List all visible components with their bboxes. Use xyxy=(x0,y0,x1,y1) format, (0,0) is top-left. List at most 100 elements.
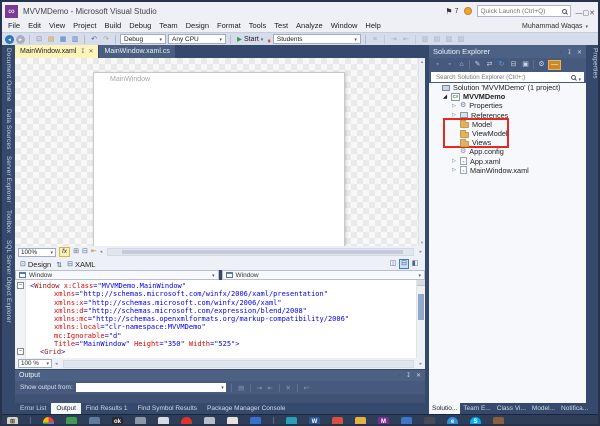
designer-zoom-dropdown[interactable]: 100% xyxy=(18,248,56,257)
show-grid-icon[interactable]: ⊞ xyxy=(73,247,79,257)
editor-zoom-dropdown[interactable]: 100 % xyxy=(18,359,52,368)
taskbar-chrome-icon[interactable] xyxy=(43,417,54,426)
uncomment-icon[interactable]: ⇤ xyxy=(401,34,411,45)
taskbar-mail-icon[interactable] xyxy=(250,417,261,426)
menu-help[interactable]: Help xyxy=(361,20,384,32)
taskbar-app-gray-icon[interactable] xyxy=(135,417,146,426)
fold-collapse-icon[interactable] xyxy=(17,348,24,355)
show-all-files-icon[interactable]: — xyxy=(548,60,561,70)
tree-item-app-xaml[interactable]: ▷«App.xaml xyxy=(429,157,586,166)
taskbar-app-blue-icon[interactable] xyxy=(89,417,100,426)
taskbar-start-menu-icon[interactable]: ⊞ xyxy=(7,417,18,426)
output-panel-header[interactable]: Output xyxy=(15,370,425,381)
tree-item-app-config[interactable]: ⚙App.config xyxy=(429,147,586,156)
tool-tab-toolbox[interactable]: Toolbox xyxy=(5,210,12,233)
taskbar-gmail-icon[interactable]: M xyxy=(378,417,389,426)
tool-tab-document-outline[interactable]: Document Outline xyxy=(5,48,12,102)
platform-dropdown[interactable]: Any CPU xyxy=(168,34,226,44)
quick-launch-input[interactable] xyxy=(481,8,560,15)
vertical-split-icon[interactable]: ◫ xyxy=(388,259,398,269)
output-source-dropdown[interactable] xyxy=(76,383,226,392)
code-line[interactable]: <Grid> xyxy=(28,348,415,356)
redo-icon[interactable]: ↷ xyxy=(101,34,111,45)
expander-closed-icon[interactable]: ▷ xyxy=(451,158,457,164)
document-tab-mainwindow-xaml-cs[interactable]: MainWindow.xaml.cs xyxy=(99,45,174,58)
splitter-grip[interactable] xyxy=(417,280,425,286)
tree-item-references[interactable]: ▷References xyxy=(429,111,586,120)
navigate-forward-icon[interactable]: ► xyxy=(16,35,25,44)
preview-selected-icon[interactable]: ▣ xyxy=(520,59,531,70)
tree-item-model[interactable]: Model xyxy=(429,120,586,129)
taskbar-paint-icon[interactable] xyxy=(355,417,366,426)
menu-window[interactable]: Window xyxy=(327,20,362,32)
output-text-area[interactable] xyxy=(15,394,425,403)
xaml-code-editor[interactable]: <Window x:Class="MVVMDemo.MainWindow"xml… xyxy=(15,280,425,358)
scrollbar-thumb[interactable] xyxy=(418,294,424,320)
pending-changes-filter-icon[interactable]: ✎ xyxy=(472,59,483,70)
properties-icon[interactable]: ⚙ xyxy=(536,59,547,70)
panel-tab-model[interactable]: Model... xyxy=(529,403,558,414)
tree-item-mvvmdemo[interactable]: ◢C#MVVMDemo xyxy=(429,92,586,101)
scroll-left-icon[interactable]: ◂ xyxy=(100,249,103,255)
menu-team[interactable]: Team xyxy=(155,20,181,32)
designer-horizontal-scrollbar[interactable] xyxy=(107,248,414,256)
taskbar-chart-app-icon[interactable] xyxy=(227,417,238,426)
menu-edit[interactable]: Edit xyxy=(24,20,45,32)
taskbar-word-icon[interactable]: W xyxy=(309,417,320,426)
horizontal-split-icon[interactable]: ⊟ xyxy=(399,259,409,269)
tool-tab-server-explorer[interactable]: Server Explorer xyxy=(5,156,12,203)
panel-tab-solutio[interactable]: Solutio... xyxy=(429,403,460,414)
tab-xaml[interactable]: ⊟ XAML xyxy=(67,260,95,269)
scroll-left-icon[interactable]: ◂ xyxy=(55,361,58,367)
close-button[interactable]: ✕ xyxy=(589,10,595,17)
collapse-pane-icon[interactable]: ◧ xyxy=(410,259,420,269)
code-line[interactable]: Title="MainWindow" Height="350" Width="5… xyxy=(28,340,415,348)
find-message-icon[interactable]: ▤ xyxy=(237,384,246,392)
menu-build[interactable]: Build xyxy=(101,20,126,32)
bookmark-prev-icon[interactable]: ▧ xyxy=(444,34,454,45)
taskbar-photos-icon[interactable] xyxy=(332,417,343,426)
taskbar-database-icon[interactable] xyxy=(424,417,435,426)
scroll-right-icon[interactable]: ▸ xyxy=(419,249,422,255)
code-line[interactable]: xmlns:d="http://schemas.microsoft.com/ex… xyxy=(28,307,415,315)
code-lines[interactable]: <Window x:Class="MVVMDemo.MainWindow"xml… xyxy=(28,282,415,357)
window-menu-icon[interactable] xyxy=(559,47,562,56)
taskbar-media-player-icon[interactable] xyxy=(204,417,215,426)
breadcrumb-left-dropdown[interactable]: Window xyxy=(15,270,219,280)
undo-icon[interactable]: ↶ xyxy=(89,34,99,45)
menu-design[interactable]: Design xyxy=(182,20,213,32)
tree-item-viewmodel[interactable]: ViewModel xyxy=(429,129,586,138)
code-line[interactable]: mc:Ignorable="d" xyxy=(28,332,415,340)
bookmark-icon[interactable]: ▥ xyxy=(420,34,430,45)
expander-closed-icon[interactable]: ▷ xyxy=(451,103,457,109)
design-artboard[interactable]: MainWindow xyxy=(93,72,345,246)
menu-file[interactable]: File xyxy=(4,20,24,32)
add-item-icon[interactable]: ▤ xyxy=(46,34,56,45)
menu-test[interactable]: Test xyxy=(270,20,292,32)
taskbar-media-center-icon[interactable] xyxy=(286,417,297,426)
comment-icon[interactable]: ⇥ xyxy=(389,34,399,45)
code-line[interactable]: xmlns:mc="http://schemas.openxmlformats.… xyxy=(28,315,415,323)
designer-vertical-scrollbar[interactable]: ▲ ▼ xyxy=(418,58,425,246)
pin-icon[interactable] xyxy=(406,372,411,379)
tool-tab-sql-server-object-explorer[interactable]: SQL Server Object Explorer xyxy=(5,240,12,323)
bookmark-next-icon[interactable]: ▤ xyxy=(432,34,442,45)
expander-open-icon[interactable]: ◢ xyxy=(442,94,448,100)
snap-to-grid-icon[interactable]: ⊟ xyxy=(82,247,88,257)
close-icon[interactable] xyxy=(577,47,582,56)
start-debugging-button[interactable]: Start xyxy=(235,35,265,43)
taskbar-file-manager-icon[interactable] xyxy=(66,417,77,426)
window-menu-icon[interactable] xyxy=(398,372,401,379)
panel-tab-team-e[interactable]: Team E... xyxy=(460,403,493,414)
sync-with-active-document-icon[interactable]: ⇄ xyxy=(484,59,495,70)
taskbar-app-blue2-icon[interactable] xyxy=(401,417,412,426)
editor-vertical-scrollbar[interactable] xyxy=(416,280,425,358)
pin-icon[interactable] xyxy=(76,48,85,55)
solution-explorer-header[interactable]: Solution Explorer xyxy=(429,45,586,58)
menu-format[interactable]: Format xyxy=(213,20,245,32)
expander-closed-icon[interactable]: ▷ xyxy=(451,167,457,173)
collapse-all-icon[interactable]: ⊟ xyxy=(508,59,519,70)
tree-item-mainwindow-xaml[interactable]: ▷«MainWindow.xaml xyxy=(429,166,586,175)
notifications-button[interactable]: 7 xyxy=(445,7,458,16)
document-tab-mainwindow-xaml[interactable]: MainWindow.xaml xyxy=(15,45,98,58)
